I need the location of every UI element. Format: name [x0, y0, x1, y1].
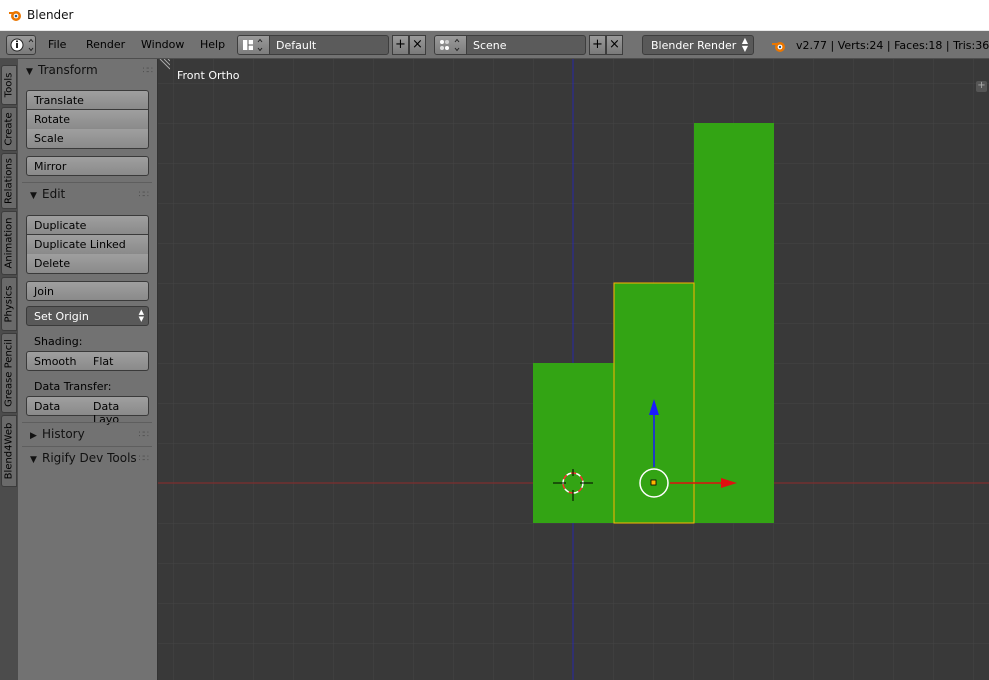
edit-panel-title: Edit [42, 187, 66, 201]
drag-grip-icon[interactable]: ∷∷ [139, 430, 150, 440]
area-split-corner-icon[interactable] [158, 59, 170, 71]
rigify-panel-header[interactable]: ▼ Rigify Dev Tools ∷∷ [30, 451, 156, 465]
smooth-button[interactable]: Smooth [26, 351, 87, 371]
scene-icon [435, 36, 467, 54]
scene-name: Scene [473, 39, 507, 52]
object-origin-icon [650, 479, 657, 486]
block-right[interactable] [694, 123, 774, 523]
chevron-updown-icon: ▲ ▼ [138, 308, 144, 323]
rigify-panel-title: Rigify Dev Tools [42, 451, 137, 465]
data-transfer-button[interactable]: Data [26, 396, 87, 416]
duplicate-linked-button[interactable]: Duplicate Linked [26, 235, 149, 255]
close-icon: × [412, 37, 423, 52]
drag-grip-icon[interactable]: ∷∷ [143, 66, 154, 76]
rotate-button[interactable]: Rotate [26, 110, 149, 130]
window-title: Blender [27, 8, 74, 22]
scale-button[interactable]: Scale [26, 129, 149, 149]
delete-button[interactable]: Delete [26, 254, 149, 274]
screen-layout-selector[interactable]: Default [237, 35, 389, 55]
info-header: File Render Window Help Default + × Scen… [0, 31, 989, 59]
history-panel-title: History [42, 427, 85, 441]
tab-relations[interactable]: Relations [1, 153, 17, 209]
tab-blend4web-label: Blend4Web [3, 422, 15, 480]
window-titlebar: Blender [0, 0, 989, 31]
panel-separator [22, 182, 152, 183]
toolshelf-tabs: Tools Create Relations Animation Physics… [0, 59, 18, 680]
view-label: Front Ortho [177, 69, 240, 82]
tab-animation-label: Animation [3, 217, 15, 269]
delete-scene-button[interactable]: × [606, 35, 623, 55]
menu-help[interactable]: Help [200, 38, 225, 51]
drag-grip-icon[interactable]: ∷∷ [139, 454, 150, 464]
panel-separator [22, 446, 152, 447]
panel-separator [22, 422, 152, 423]
tab-tools[interactable]: Tools [1, 65, 17, 105]
tab-create[interactable]: Create [1, 107, 17, 151]
tab-grease-pencil-label: Grease Pencil [3, 339, 15, 407]
blender-logo-icon [9, 11, 21, 21]
translate-button[interactable]: Translate [26, 90, 149, 110]
transform-panel-title: Transform [38, 63, 98, 77]
tab-physics[interactable]: Physics [1, 277, 17, 331]
tab-relations-label: Relations [3, 158, 15, 204]
render-engine-dropdown[interactable]: Blender Render ▲ ▼ [642, 35, 754, 55]
menu-render[interactable]: Render [86, 38, 125, 51]
data-layout-button[interactable]: Data Layo [86, 396, 149, 426]
3d-viewport[interactable]: Front Ortho + [158, 59, 989, 680]
close-icon: × [609, 37, 620, 52]
tab-blend4web[interactable]: Blend4Web [1, 415, 17, 487]
tab-create-label: Create [3, 112, 15, 146]
history-panel-header[interactable]: ▶ History ∷∷ [30, 427, 156, 441]
info-editor-icon [10, 38, 34, 52]
drag-grip-icon[interactable]: ∷∷ [139, 190, 150, 200]
transform-panel-header[interactable]: ▼ Transform ∷∷ [26, 63, 154, 77]
edit-panel-header[interactable]: ▼ Edit ∷∷ [30, 187, 156, 201]
scene-statistics: v2.77 | Verts:24 | Faces:18 | Tris:36 | … [796, 39, 989, 52]
set-origin-label: Set Origin [34, 310, 89, 323]
expanded-triangle-icon: ▼ [30, 455, 37, 465]
shading-label: Shading: [34, 335, 83, 348]
menu-window[interactable]: Window [141, 38, 184, 51]
scene-selector[interactable]: Scene [434, 35, 586, 55]
render-engine-icon [772, 42, 785, 52]
plus-icon: + [395, 37, 406, 52]
tab-tools-label: Tools [3, 72, 15, 98]
screen-layout-name: Default [276, 39, 317, 52]
viewport-canvas[interactable] [158, 59, 989, 680]
tab-animation[interactable]: Animation [1, 211, 17, 275]
add-screen-button[interactable]: + [392, 35, 409, 55]
duplicate-button[interactable]: Duplicate [26, 215, 149, 235]
plus-icon: + [592, 37, 603, 52]
data-transfer-label: Data Transfer: [34, 380, 112, 393]
flat-button[interactable]: Flat [86, 351, 149, 371]
delete-screen-button[interactable]: × [409, 35, 426, 55]
menu-file[interactable]: File [48, 38, 66, 51]
collapsed-triangle-icon: ▶ [30, 431, 37, 441]
expanded-triangle-icon: ▼ [30, 191, 37, 201]
tab-physics-label: Physics [3, 285, 15, 323]
join-button[interactable]: Join [26, 281, 149, 301]
chevron-updown-icon: ▲ ▼ [741, 36, 748, 53]
tab-grease-pencil[interactable]: Grease Pencil [1, 333, 17, 413]
mirror-button[interactable]: Mirror [26, 156, 149, 176]
expanded-triangle-icon: ▼ [26, 67, 33, 77]
screen-layout-icon [238, 36, 270, 54]
set-origin-dropdown[interactable]: Set Origin ▲ ▼ [26, 306, 149, 326]
editor-type-button[interactable] [6, 35, 36, 55]
render-engine-name: Blender Render [651, 39, 737, 52]
properties-toggle-plus-icon[interactable]: + [976, 81, 987, 92]
add-scene-button[interactable]: + [589, 35, 606, 55]
